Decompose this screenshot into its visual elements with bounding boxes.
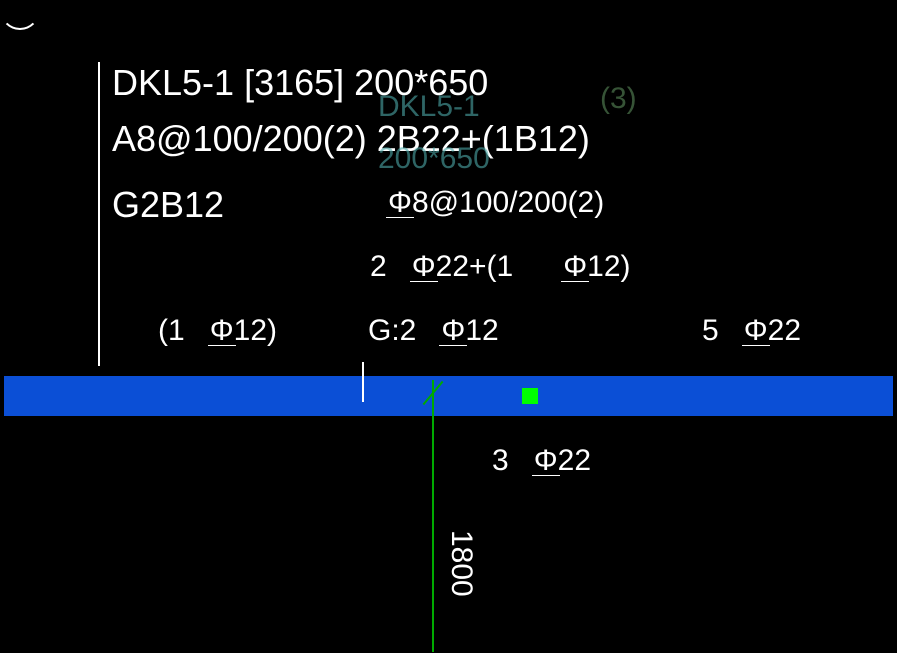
top-bar-count-1: 2	[370, 250, 387, 283]
bottom-count: 3	[492, 444, 509, 477]
phi-icon	[388, 186, 412, 220]
phi-icon	[563, 250, 587, 284]
g-label: G:2	[368, 314, 416, 347]
dim-line-vertical	[432, 380, 434, 652]
phi-icon	[534, 444, 558, 478]
faded-beam-dims: 200*650	[378, 142, 490, 176]
bottom-size: 22	[558, 444, 591, 477]
g-annotation: G:2 12	[368, 314, 499, 348]
top-bar-annotation: 2 22+(1 12)	[370, 250, 631, 284]
selection-grip[interactable]	[522, 388, 538, 404]
dim-leader-left	[98, 62, 100, 366]
left-extra-annotation: (1 12)	[158, 314, 277, 348]
g-size: 12	[465, 314, 498, 347]
faded-beam-count: (3)	[600, 82, 637, 116]
stirrup-text: 8@100/200(2)	[412, 186, 604, 219]
faded-beam-name: DKL5-1	[378, 90, 480, 124]
beam-label-line2: A8@100/200(2) 2B22+(1B12)	[112, 118, 590, 160]
right-count: 5	[702, 314, 719, 347]
dimension-1800: 1800	[444, 530, 478, 597]
phi-icon	[412, 250, 436, 284]
left-extra-count: (1	[158, 314, 185, 347]
bottom-annotation: 3 22	[492, 444, 591, 478]
phi-icon	[210, 314, 234, 348]
tick-mark	[362, 362, 364, 402]
arc-fragment	[0, 0, 40, 30]
beam-element[interactable]	[4, 376, 893, 416]
left-extra-size: 12)	[234, 314, 277, 347]
top-bar-size-1: 22+(1	[436, 250, 514, 283]
phi-icon	[441, 314, 465, 348]
right-annotation: 5 22	[702, 314, 801, 348]
stirrup-annotation: 8@100/200(2)	[388, 186, 604, 220]
right-size: 22	[768, 314, 801, 347]
beam-label-line3: G2B12	[112, 184, 224, 226]
phi-icon	[744, 314, 768, 348]
top-bar-size-2: 12)	[587, 250, 630, 283]
